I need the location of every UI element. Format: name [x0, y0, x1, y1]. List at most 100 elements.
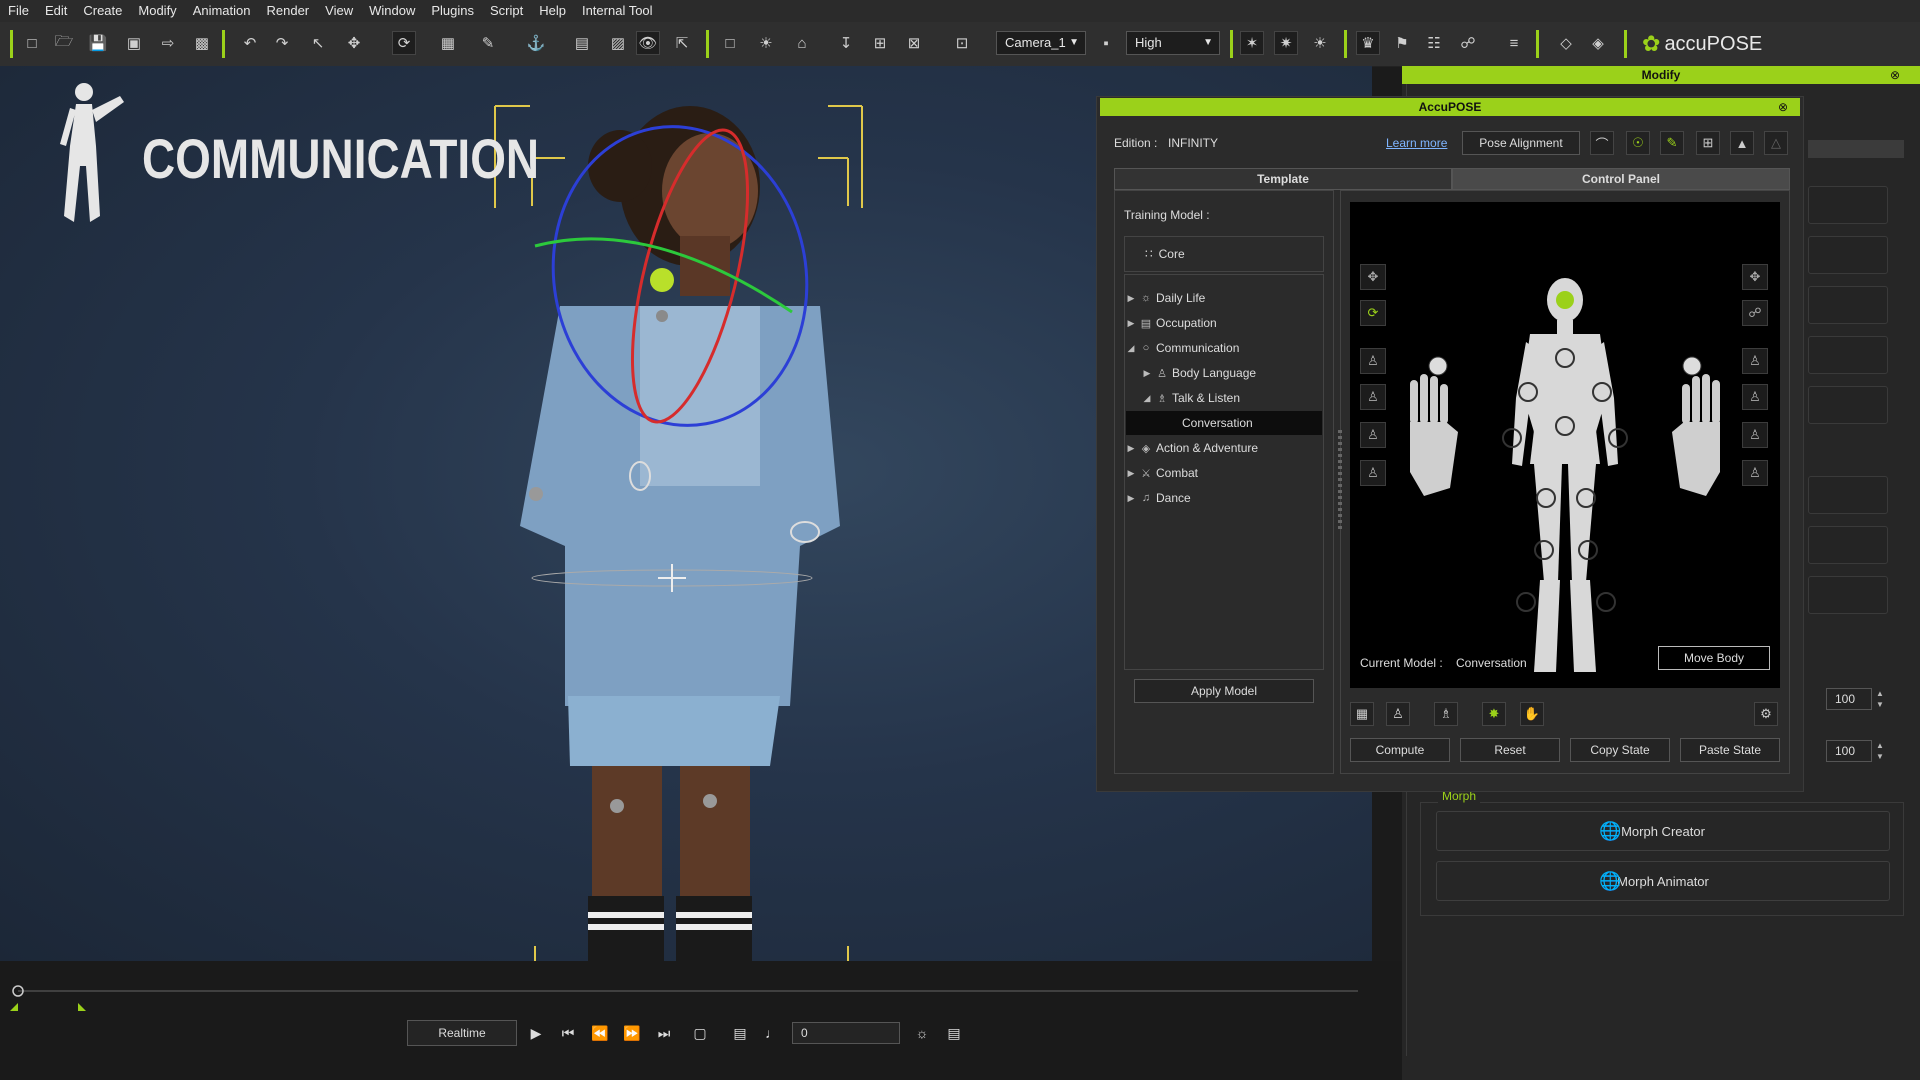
camera-select[interactable]: Camera_1 ▼: [996, 31, 1086, 55]
pose-figure-dim-icon[interactable]: △: [1764, 131, 1788, 155]
pose-edit-icon[interactable]: ✷: [1274, 31, 1298, 55]
menu-help[interactable]: Help: [531, 0, 574, 22]
key-diamond-icon[interactable]: ◇: [1554, 31, 1578, 55]
fit-view-icon[interactable]: ⊞: [868, 31, 892, 55]
rotate-icon[interactable]: ⟳: [392, 31, 416, 55]
export-icon[interactable]: ⇨: [156, 31, 180, 55]
tree-item-occupation[interactable]: ▶ ▤ Occupation: [1126, 311, 1322, 335]
dimmed-tool-icon[interactable]: ≡: [1502, 31, 1526, 55]
menu-script[interactable]: Script: [482, 0, 531, 22]
menu-view[interactable]: View: [317, 0, 361, 22]
play-icon[interactable]: ▶: [524, 1022, 548, 1044]
open-folder-icon[interactable]: 🗁: [52, 31, 76, 55]
pose-control-canvas[interactable]: [1350, 202, 1780, 688]
music-note-icon[interactable]: ♩: [760, 1022, 784, 1044]
render-icon[interactable]: ▣: [122, 31, 146, 55]
curve-icon[interactable]: ⌒: [1590, 131, 1614, 155]
panel-field[interactable]: [1808, 576, 1888, 614]
panel-field[interactable]: [1808, 236, 1888, 274]
menu-modify[interactable]: Modify: [130, 0, 184, 22]
paste-state-button[interactable]: Paste State: [1680, 738, 1780, 762]
align-icon[interactable]: ▤: [570, 31, 594, 55]
value-input-2[interactable]: 100: [1826, 740, 1872, 762]
flag-icon[interactable]: ⚑: [1390, 31, 1414, 55]
reset-button[interactable]: Reset: [1460, 738, 1560, 762]
select-arrow-icon[interactable]: ↖: [306, 31, 330, 55]
export-usd-icon[interactable]: ▩: [190, 31, 214, 55]
splitter-handle[interactable]: [1338, 430, 1342, 530]
step-forward-icon[interactable]: ⏩: [620, 1022, 644, 1044]
standing-pose-icon[interactable]: ♗: [1434, 702, 1458, 726]
menu-edit[interactable]: Edit: [37, 0, 75, 22]
pose-preset-2-icon[interactable]: ♙: [1360, 384, 1386, 410]
expand-arrow-icon[interactable]: ▶: [1126, 468, 1136, 479]
tree-item-conversation[interactable]: Conversation: [1126, 411, 1322, 435]
settings-gear-icon[interactable]: ⚙: [1754, 702, 1778, 726]
undo-icon[interactable]: ↶: [238, 31, 262, 55]
lock-rotate-icon[interactable]: ☍: [1742, 300, 1768, 326]
tab-template[interactable]: Template: [1114, 168, 1452, 190]
settings-sun-icon[interactable]: ☼: [910, 1022, 934, 1044]
mirror-pose-1-icon[interactable]: ♙: [1742, 348, 1768, 374]
copy-state-button[interactable]: Copy State: [1570, 738, 1670, 762]
tree-item-action-adventure[interactable]: ▶ ◈ Action & Adventure: [1126, 436, 1322, 460]
tab-control-panel[interactable]: Control Panel: [1452, 168, 1790, 190]
expand-arrow-icon[interactable]: ▶: [1126, 493, 1136, 504]
compute-button[interactable]: Compute: [1350, 738, 1450, 762]
tree-item-communication[interactable]: ◢ ○ Communication: [1126, 336, 1322, 360]
value-input-1[interactable]: 100: [1826, 688, 1872, 710]
new-file-icon[interactable]: □: [20, 31, 44, 55]
loop-icon[interactable]: ▢: [688, 1022, 712, 1044]
tree-item-talk-listen[interactable]: ◢ ♗ Talk & Listen: [1142, 386, 1338, 410]
expand-arrow-icon[interactable]: ▶: [1126, 293, 1136, 304]
move-all-icon[interactable]: ✥: [1742, 264, 1768, 290]
rotate-tool-icon[interactable]: ⟳: [1360, 300, 1386, 326]
pose-alignment-button[interactable]: Pose Alignment: [1462, 131, 1580, 155]
tree-item-combat[interactable]: ▶ ⚔ Combat: [1126, 461, 1322, 485]
mannequin-control-map[interactable]: [1350, 202, 1780, 688]
pose-preset-4-icon[interactable]: ♙: [1360, 460, 1386, 486]
panel-field[interactable]: [1808, 526, 1888, 564]
menu-file[interactable]: File: [0, 0, 37, 22]
collapse-arrow-icon[interactable]: ◢: [1126, 343, 1136, 354]
timeline-list-icon[interactable]: ▤: [942, 1022, 966, 1044]
frame-selected-icon[interactable]: ⊠: [902, 31, 926, 55]
visibility-eye-icon[interactable]: 👁: [636, 31, 660, 55]
accupose-icon[interactable]: ♛: [1356, 31, 1380, 55]
ik-pose-icon[interactable]: ✶: [1240, 31, 1264, 55]
mirror-pose-3-icon[interactable]: ♙: [1742, 422, 1768, 448]
panel-field[interactable]: [1808, 186, 1888, 224]
frame-input[interactable]: 0: [792, 1022, 900, 1044]
move-icon[interactable]: ✥: [342, 31, 366, 55]
realtime-button[interactable]: Realtime: [407, 1020, 517, 1046]
panel-field[interactable]: [1808, 286, 1888, 324]
character-group-icon[interactable]: ☀: [1308, 31, 1332, 55]
tree-item-dance[interactable]: ▶ ♫ Dance: [1126, 486, 1322, 510]
close-icon[interactable]: ⊗: [1886, 66, 1904, 84]
pose-preset-3-icon[interactable]: ♙: [1360, 422, 1386, 448]
pencil-icon[interactable]: ✎: [1660, 131, 1684, 155]
skip-end-icon[interactable]: ⏭: [652, 1022, 676, 1044]
panel-field[interactable]: [1808, 386, 1888, 424]
menu-render[interactable]: Render: [259, 0, 318, 22]
drop-to-floor-icon[interactable]: ↧: [834, 31, 858, 55]
subtitle-icon[interactable]: ▤: [728, 1022, 752, 1044]
link-icon[interactable]: ☍: [1456, 31, 1480, 55]
tree-item-daily-life[interactable]: ▶ ☼ Daily Life: [1126, 286, 1322, 310]
pose-figure-icon[interactable]: ▲: [1730, 131, 1754, 155]
camera-fit-icon[interactable]: ⊡: [950, 31, 974, 55]
collapse-arrow-icon[interactable]: ◢: [1142, 393, 1152, 404]
redo-icon[interactable]: ↷: [270, 31, 294, 55]
video-camera-icon[interactable]: ▪: [1094, 31, 1118, 55]
spinner-icon[interactable]: ▲ ▼: [1874, 688, 1886, 710]
mirror-pose-2-icon[interactable]: ♙: [1742, 384, 1768, 410]
core-item[interactable]: ∷ Core: [1124, 236, 1324, 272]
expand-arrow-icon[interactable]: ▶: [1126, 318, 1136, 329]
move-body-button[interactable]: Move Body: [1658, 646, 1770, 670]
menu-plugins[interactable]: Plugins: [423, 0, 482, 22]
home-view-icon[interactable]: ⌂: [790, 31, 814, 55]
look-at-icon[interactable]: ⇱: [670, 31, 694, 55]
morph-creator-button[interactable]: 🌐 Morph Creator: [1436, 811, 1890, 851]
ik-chain-icon[interactable]: ✸: [1482, 702, 1506, 726]
apply-model-button[interactable]: Apply Model: [1134, 679, 1314, 703]
